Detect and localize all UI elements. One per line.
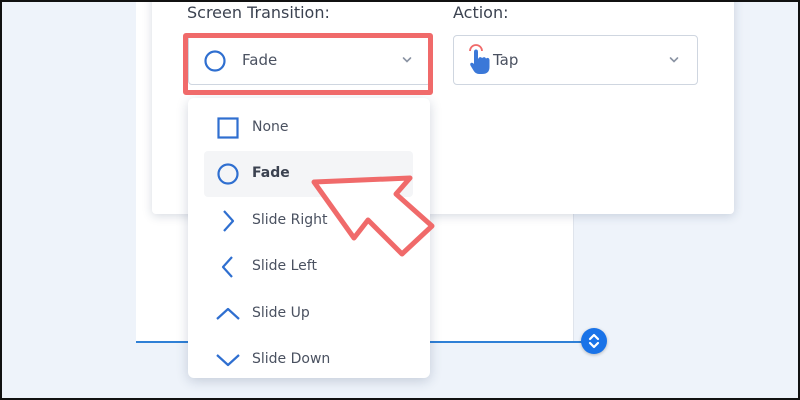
- option-label: Slide Up: [252, 305, 310, 321]
- option-slide-down[interactable]: Slide Down: [204, 337, 413, 378]
- option-slide-up[interactable]: Slide Up: [204, 291, 413, 337]
- option-label: Slide Left: [252, 258, 317, 274]
- chevron-right-icon: [223, 210, 235, 232]
- action-label: Action:: [453, 3, 509, 22]
- chevron-left-icon: [221, 256, 233, 278]
- tap-hand-icon: [469, 44, 490, 74]
- action-select[interactable]: Tap: [453, 35, 698, 85]
- screen-transition-label: Screen Transition:: [187, 3, 330, 22]
- timeline-scroll-handle[interactable]: [581, 328, 607, 354]
- option-label: Fade: [252, 165, 290, 181]
- chevron-down-icon: [669, 57, 679, 63]
- option-label: None: [252, 119, 289, 135]
- chevron-down-icon: [216, 354, 240, 367]
- chevron-up-icon: [216, 307, 240, 320]
- pointer-arrow-annotation: [311, 175, 435, 257]
- option-label: Slide Down: [252, 351, 331, 367]
- transition-highlight-box: [183, 33, 433, 95]
- circle-icon: [217, 163, 239, 185]
- square-icon: [217, 117, 239, 139]
- up-down-arrows-icon: [588, 333, 600, 349]
- option-none[interactable]: None: [204, 105, 413, 151]
- action-value: Tap: [493, 51, 519, 69]
